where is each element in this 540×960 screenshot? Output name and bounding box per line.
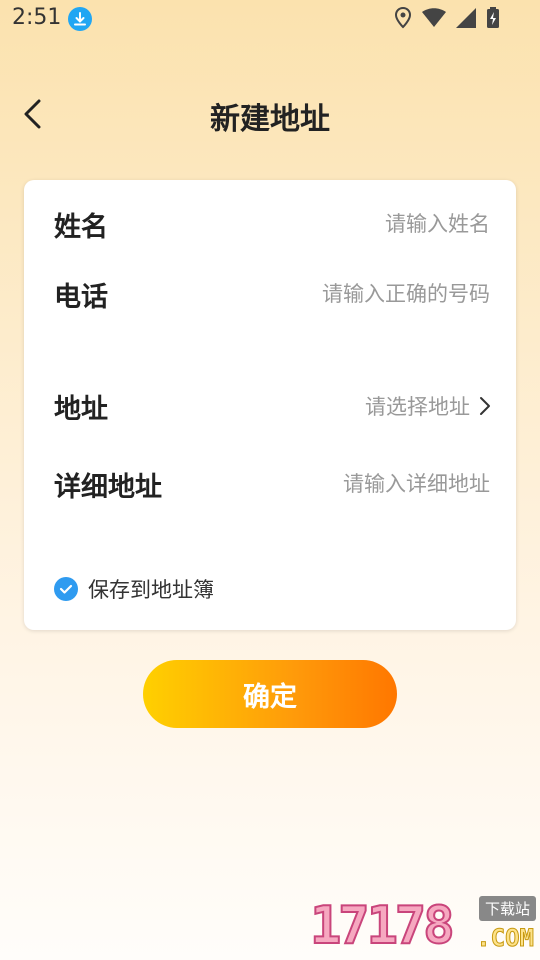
watermark-logo: 17178 下载站 .COM: [309, 895, 538, 957]
checkbox-checked-icon: [54, 577, 78, 601]
name-input[interactable]: [228, 211, 492, 237]
address-selector[interactable]: 请选择地址: [365, 391, 492, 421]
phone-row: 电话: [54, 272, 492, 316]
battery-icon: [487, 7, 499, 28]
save-to-book-toggle[interactable]: 保存到地址簿: [54, 574, 214, 604]
status-icons: [394, 7, 500, 29]
watermark-tag: 下载站: [478, 896, 536, 921]
chevron-right-icon: [480, 397, 490, 415]
address-placeholder: 请选择地址: [365, 395, 470, 419]
phone-label: 电话: [54, 281, 108, 313]
page-title: 新建地址: [210, 102, 330, 137]
status-bar: 2:51: [0, 0, 540, 40]
address-form-card: 姓名 电话 地址 请选择地址 详细地址 保存到地址簿: [24, 180, 516, 630]
watermark-suffix: .COM: [476, 924, 535, 953]
name-row: 姓名: [54, 202, 492, 246]
address-row: 地址 请选择地址: [54, 384, 492, 428]
detail-label: 详细地址: [54, 471, 162, 503]
signal-icon: [456, 8, 476, 28]
nav-header: 新建地址: [0, 80, 540, 150]
status-time: 2:51: [12, 5, 62, 30]
confirm-button[interactable]: 确定: [143, 660, 397, 728]
download-icon: [68, 7, 92, 31]
watermark-number: 17178: [309, 895, 456, 957]
phone-input[interactable]: [228, 281, 492, 307]
wifi-icon: [422, 8, 446, 27]
name-label: 姓名: [54, 211, 108, 243]
save-to-book-label: 保存到地址簿: [88, 578, 214, 602]
detail-address-input[interactable]: [228, 471, 492, 497]
location-icon: [394, 7, 412, 29]
detail-row: 详细地址: [54, 462, 492, 506]
address-label: 地址: [54, 393, 108, 425]
